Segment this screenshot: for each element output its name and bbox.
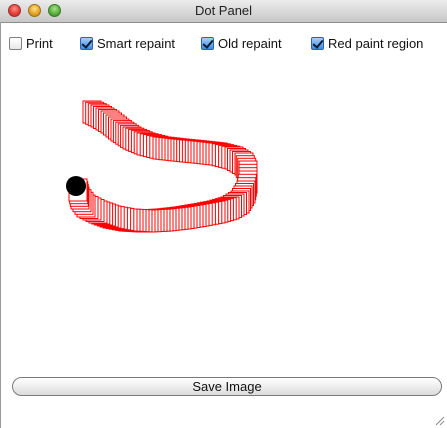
drawing-canvas[interactable] [0, 60, 447, 376]
paint-trail [68, 100, 258, 233]
smart-repaint-label: Smart repaint [97, 36, 176, 51]
resize-grip-icon[interactable] [433, 414, 445, 426]
window-title: Dot Panel [194, 3, 253, 18]
old-repaint-checkbox[interactable] [201, 37, 214, 50]
save-image-button[interactable]: Save Image [12, 377, 442, 396]
print-label: Print [26, 36, 53, 51]
smart-repaint-checkbox[interactable] [80, 37, 93, 50]
red-paint-region-checkbox[interactable] [311, 37, 324, 50]
dot-panel-window: Dot Panel Print Smart repaint Old repain… [0, 0, 447, 428]
black-dot [66, 176, 86, 196]
print-checkbox[interactable] [9, 37, 22, 50]
options-bar: Print Smart repaint Old repaint Red pain… [0, 34, 447, 54]
old-repaint-label: Old repaint [218, 36, 282, 51]
title-bar: Dot Panel [0, 0, 447, 23]
red-paint-region-label: Red paint region [328, 36, 424, 51]
